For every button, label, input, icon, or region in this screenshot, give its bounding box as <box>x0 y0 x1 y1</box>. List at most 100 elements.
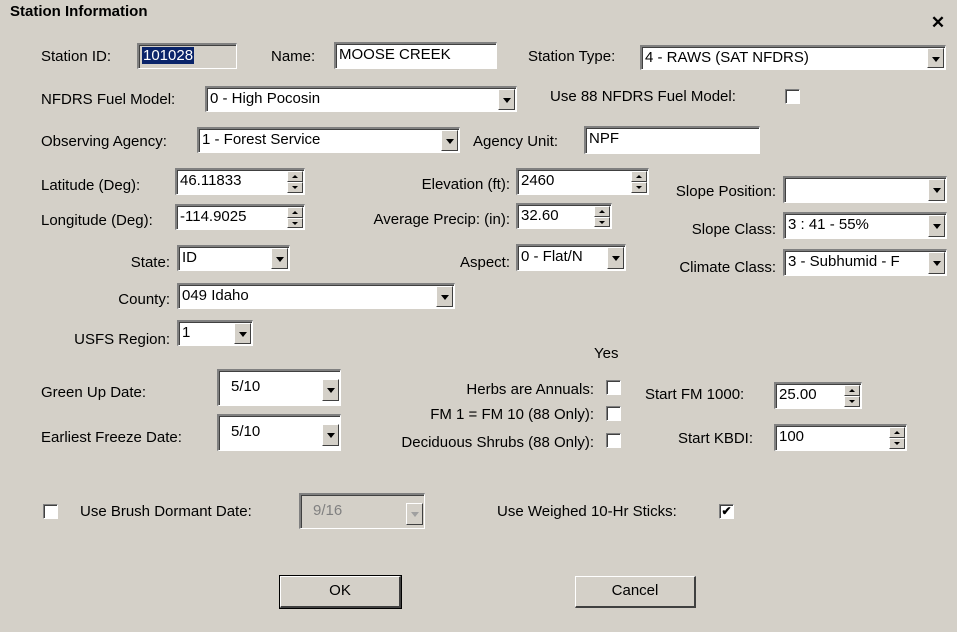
longitude-spinner[interactable] <box>287 207 303 228</box>
spin-up-icon[interactable] <box>287 207 303 218</box>
green-up-value: 5/10 <box>231 378 261 395</box>
fm1-fm10-checkbox[interactable] <box>606 406 621 421</box>
earliest-freeze-label: Earliest Freeze Date: <box>41 429 182 446</box>
state-value: ID <box>182 249 197 266</box>
start-kbdi-input[interactable]: 100 <box>774 424 907 451</box>
elevation-value: 2460 <box>521 172 555 189</box>
spin-up-icon[interactable] <box>594 206 610 217</box>
slope-class-label: Slope Class: <box>691 221 776 238</box>
chevron-down-icon[interactable] <box>928 252 945 274</box>
brush-dormant-label: Use Brush Dormant Date: <box>80 503 252 520</box>
chevron-down-icon[interactable] <box>607 247 624 269</box>
station-id-value: 101028 <box>142 47 195 64</box>
aspect-select[interactable]: 0 - Flat/N <box>516 244 626 271</box>
start-fm1000-value: 25.00 <box>779 386 817 403</box>
start-kbdi-label: Start KBDI: <box>678 430 754 447</box>
use88-checkbox[interactable] <box>785 89 800 104</box>
chevron-down-icon[interactable] <box>234 323 251 344</box>
fuel-model-select[interactable]: 0 - High Pocosin <box>205 86 517 112</box>
name-input[interactable]: MOOSE CREEK <box>334 42 497 69</box>
slope-class-value: 3 : 41 - 55% <box>788 216 869 233</box>
fuel-model-label: NFDRS Fuel Model: <box>41 91 176 108</box>
cancel-button[interactable]: Cancel <box>575 576 696 608</box>
latitude-label: Latitude (Deg): <box>41 177 141 194</box>
longitude-input[interactable]: -114.9025 <box>175 204 305 230</box>
slope-class-select[interactable]: 3 : 41 - 55% <box>783 212 947 239</box>
spin-down-icon[interactable] <box>844 396 860 407</box>
slope-position-select[interactable] <box>783 176 947 203</box>
station-type-value: 4 - RAWS (SAT NFDRS) <box>645 49 809 66</box>
spin-down-icon[interactable] <box>594 216 610 227</box>
climate-class-select[interactable]: 3 - Subhumid - F <box>783 249 947 276</box>
chevron-down-icon[interactable] <box>928 179 945 201</box>
brush-dormant-select: 9/16 <box>299 493 425 529</box>
chevron-down-icon[interactable] <box>441 130 458 151</box>
latitude-value: 46.11833 <box>180 172 242 189</box>
earliest-freeze-value: 5/10 <box>231 423 261 440</box>
county-value: 049 Idaho <box>182 287 249 304</box>
station-id-field: 101028 <box>137 43 237 69</box>
start-kbdi-value: 100 <box>779 428 805 445</box>
weighed-sticks-checkbox[interactable]: ✔ <box>719 504 734 519</box>
yes-column-header: Yes <box>594 345 619 362</box>
latitude-input[interactable]: 46.11833 <box>175 168 305 195</box>
deciduous-shrubs-checkbox[interactable] <box>606 433 621 448</box>
chevron-down-icon[interactable] <box>928 215 945 237</box>
state-select[interactable]: ID <box>177 245 290 271</box>
spin-down-icon[interactable] <box>287 217 303 228</box>
agency-unit-label: Agency Unit: <box>473 133 559 150</box>
spin-up-icon[interactable] <box>844 385 860 396</box>
spin-down-icon[interactable] <box>889 438 905 449</box>
average-precip-input[interactable]: 32.60 <box>516 203 612 229</box>
brush-dormant-checkbox[interactable] <box>43 504 58 519</box>
county-label: County: <box>118 291 170 308</box>
agency-unit-input[interactable]: NPF <box>584 126 760 154</box>
chevron-down-icon[interactable] <box>498 89 515 110</box>
precip-spinner[interactable] <box>594 206 610 227</box>
chevron-down-icon[interactable] <box>927 48 944 68</box>
chevron-down-icon <box>406 503 423 525</box>
station-id-label: Station ID: <box>41 48 112 65</box>
elevation-input[interactable]: 2460 <box>516 168 649 195</box>
climate-class-label: Climate Class: <box>679 259 776 276</box>
aspect-label: Aspect: <box>459 254 510 271</box>
station-information-dialog: Station Information ✕ Station ID: 101028… <box>0 0 957 632</box>
usfs-region-select[interactable]: 1 <box>177 320 253 346</box>
fm1000-spinner[interactable] <box>844 385 860 407</box>
weighed-sticks-label: Use Weighed 10-Hr Sticks: <box>497 503 677 520</box>
close-icon[interactable]: ✕ <box>929 14 947 32</box>
aspect-value: 0 - Flat/N <box>521 248 583 265</box>
deciduous-shrubs-label: Deciduous Shrubs (88 Only): <box>401 434 594 451</box>
average-precip-value: 32.60 <box>521 207 559 224</box>
green-up-label: Green Up Date: <box>41 384 147 401</box>
earliest-freeze-select[interactable]: 5/10 <box>217 414 341 451</box>
observing-agency-select[interactable]: 1 - Forest Service <box>197 127 460 153</box>
chevron-down-icon[interactable] <box>322 379 339 401</box>
spin-down-icon[interactable] <box>287 182 303 193</box>
title-bar: Station Information ✕ <box>0 0 957 32</box>
slope-position-label: Slope Position: <box>675 183 776 200</box>
latitude-spinner[interactable] <box>287 171 303 193</box>
usfs-region-label: USFS Region: <box>74 331 170 348</box>
elevation-label: Elevation (ft): <box>421 176 510 193</box>
green-up-select[interactable]: 5/10 <box>217 369 341 406</box>
chevron-down-icon[interactable] <box>436 286 453 307</box>
ok-button[interactable]: OK <box>279 575 402 609</box>
use88-label: Use 88 NFDRS Fuel Model: <box>550 88 736 105</box>
observing-agency-label: Observing Agency: <box>41 133 167 150</box>
state-label: State: <box>130 254 170 271</box>
chevron-down-icon[interactable] <box>322 424 339 446</box>
county-select[interactable]: 049 Idaho <box>177 283 455 309</box>
station-type-select[interactable]: 4 - RAWS (SAT NFDRS) <box>640 45 946 70</box>
herbs-annuals-checkbox[interactable] <box>606 380 621 395</box>
chevron-down-icon[interactable] <box>271 248 288 269</box>
spin-up-icon[interactable] <box>889 427 905 438</box>
start-fm1000-input[interactable]: 25.00 <box>774 382 862 409</box>
dialog-title: Station Information <box>10 3 148 20</box>
brush-dormant-value: 9/16 <box>313 502 343 519</box>
spin-up-icon[interactable] <box>287 171 303 182</box>
fuel-model-value: 0 - High Pocosin <box>210 90 321 107</box>
spin-up-icon[interactable] <box>631 171 647 182</box>
usfs-region-value: 1 <box>182 324 191 341</box>
kbdi-spinner[interactable] <box>889 427 905 449</box>
